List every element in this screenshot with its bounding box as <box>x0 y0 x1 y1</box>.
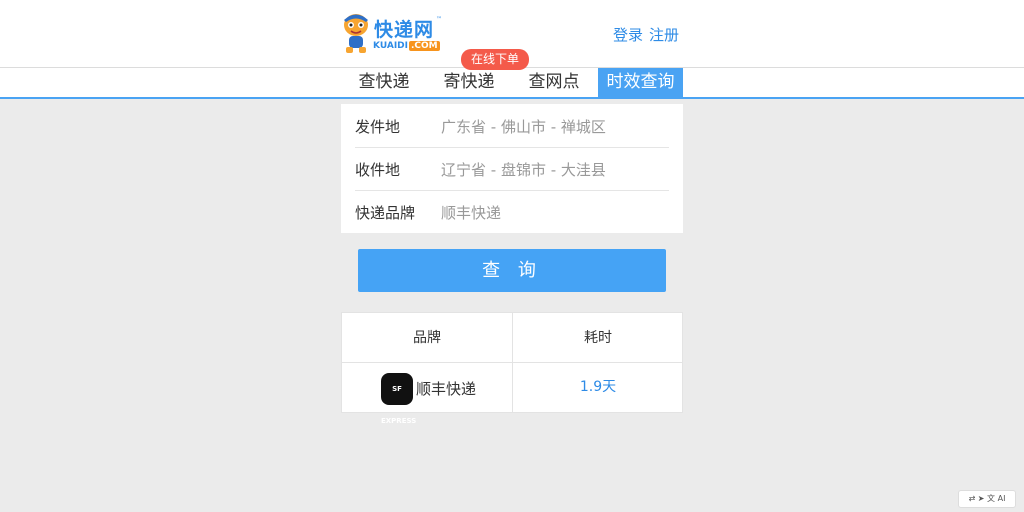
tab-track-express[interactable]: 查快递 <box>350 68 418 97</box>
tab-delivery-time[interactable]: 时效查询 <box>598 68 683 97</box>
tab-send-express[interactable]: 寄快递 <box>435 68 503 97</box>
query-button[interactable]: 查 询 <box>358 249 666 292</box>
logo-title: 快递网 <box>374 19 435 41</box>
translate-widget[interactable]: ⇄ ➤ 文 AI <box>958 490 1016 508</box>
query-form: 发件地 广东省 - 佛山市 - 禅城区 收件地 辽宁省 - 盘锦市 - 大洼县 … <box>341 104 683 233</box>
tab-find-outlet[interactable]: 查网点 <box>520 68 588 97</box>
online-order-badge[interactable]: 在线下单 <box>461 49 529 70</box>
brand-column-header: 品牌 <box>413 330 441 346</box>
login-link[interactable]: 登录 <box>613 26 643 44</box>
logo-trademark: ™ <box>436 16 442 23</box>
origin-value: 广东省 - 佛山市 - 禅城区 <box>441 118 606 136</box>
translate-icon: ⇄ ➤ 文 AI <box>968 494 1006 503</box>
register-link[interactable]: 注册 <box>649 26 679 44</box>
main-nav: 查快递 寄快递 查网点 时效查询 <box>0 67 1024 99</box>
table-row-brand: SF EXPRESS 顺丰快递 <box>342 363 512 425</box>
results-table: 品牌 耗时 SF EXPRESS 顺丰快递 1.9天 <box>341 312 683 425</box>
destination-field[interactable]: 收件地 辽宁省 - 盘锦市 - 大洼县 <box>355 147 669 191</box>
kuaidi-logo[interactable]: 快递网 ™ KUAIDI .COM <box>340 11 450 57</box>
origin-label: 发件地 <box>355 118 401 136</box>
auth-links: 登录 注册 <box>613 24 679 45</box>
brand-field[interactable]: 快递品牌 顺丰快递 <box>355 190 669 233</box>
brand-name: 顺丰快递 <box>416 380 477 398</box>
logo-subtitle: KUAIDI .COM <box>373 41 440 51</box>
destination-label: 收件地 <box>355 161 401 179</box>
origin-field[interactable]: 发件地 广东省 - 佛山市 - 禅城区 <box>355 104 669 148</box>
destination-value: 辽宁省 - 盘锦市 - 大洼县 <box>441 161 606 179</box>
brand-value: 顺丰快递 <box>441 204 502 222</box>
mascot-icon <box>344 14 368 53</box>
delivery-time-value: 1.9天 <box>579 379 617 395</box>
time-column-header: 耗时 <box>584 330 612 346</box>
logo-domain: .COM <box>408 41 440 51</box>
brand-label: 快递品牌 <box>355 204 416 222</box>
sf-express-logo: SF EXPRESS <box>381 373 416 425</box>
